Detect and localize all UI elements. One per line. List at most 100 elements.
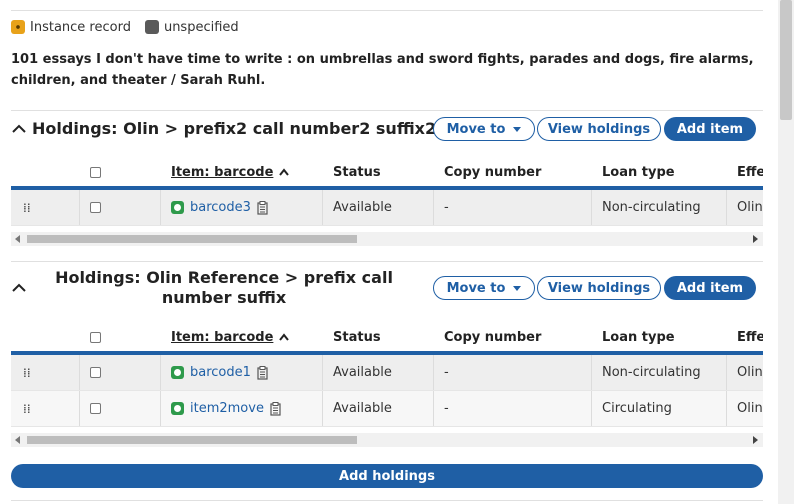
divider (433, 391, 434, 426)
row-checkbox[interactable] (90, 367, 101, 378)
divider (11, 10, 763, 11)
divider (11, 261, 763, 262)
instance-icon (11, 20, 25, 34)
divider (726, 391, 727, 426)
sort-up-icon (279, 168, 290, 176)
effective-cell: Olin (737, 401, 763, 416)
scroll-left-icon[interactable] (15, 436, 20, 444)
barcode-cell: barcode1 (171, 355, 268, 390)
scroll-thumb[interactable] (27, 235, 357, 243)
status-cell: Available (333, 401, 392, 416)
horizontal-scrollbar[interactable] (11, 433, 763, 447)
view-holdings-button[interactable]: View holdings (537, 276, 661, 300)
copy-clipboard-icon[interactable] (257, 365, 268, 380)
divider (79, 355, 80, 390)
effective-cell: Olin (737, 200, 763, 215)
drag-handle-icon[interactable]: ⁞⁞ (23, 355, 31, 390)
items-table: Item: barcode Status Copy number Loan ty… (11, 319, 763, 427)
barcode-cell: barcode3 (171, 190, 268, 225)
divider (160, 391, 161, 426)
sort-up-icon (279, 333, 290, 341)
select-all-checkbox-cell (90, 154, 101, 190)
holdings-title: Holdings: Olin Reference > prefix call n… (44, 268, 404, 308)
drag-handle-icon[interactable]: ⁞⁞ (23, 391, 31, 426)
scroll-right-icon[interactable] (753, 436, 758, 444)
divider (160, 355, 161, 390)
table-row[interactable]: ⁞⁞ item2move Available - Circulating Oli… (11, 391, 763, 427)
item-status-icon (171, 402, 184, 415)
divider (591, 190, 592, 225)
divider (726, 190, 727, 225)
divider (433, 190, 434, 225)
instance-title: 101 essays I don't have time to write : … (11, 52, 754, 88)
scroll-thumb[interactable] (27, 436, 357, 444)
divider (591, 391, 592, 426)
col-status-header[interactable]: Status (333, 319, 381, 355)
scroll-left-icon[interactable] (15, 235, 20, 243)
item-status-icon (171, 366, 184, 379)
barcode-link[interactable]: item2move (190, 401, 264, 416)
divider (11, 500, 763, 501)
col-status-header[interactable]: Status (333, 154, 381, 190)
select-all-checkbox[interactable] (90, 331, 101, 343)
col-copy-header[interactable]: Copy number (444, 154, 541, 190)
row-checkbox[interactable] (90, 403, 101, 414)
divider (11, 110, 763, 111)
collapse-chevron-icon[interactable] (11, 280, 27, 296)
col-effective-header[interactable]: Effe (737, 319, 763, 355)
drag-handle-icon[interactable]: ⁞⁞ (23, 190, 31, 225)
divider (591, 355, 592, 390)
scroll-right-icon[interactable] (753, 235, 758, 243)
scroll-thumb[interactable] (780, 0, 792, 120)
col-loan-header[interactable]: Loan type (602, 319, 675, 355)
add-item-button[interactable]: Add item (664, 276, 756, 300)
col-copy-header[interactable]: Copy number (444, 319, 541, 355)
row-checkbox-cell (90, 355, 101, 390)
holdings-title-line: Holdings: Olin Reference > prefix call (55, 268, 393, 287)
status-cell: Available (333, 365, 392, 380)
holdings-page: Instance record unspecified 101 essays I… (0, 0, 794, 504)
copy-cell: - (444, 365, 449, 380)
copy-clipboard-icon[interactable] (257, 200, 268, 215)
loan-cell: Non-circulating (602, 365, 701, 380)
move-to-label: Move to (446, 121, 506, 137)
col-barcode-header[interactable]: Item: barcode (171, 154, 290, 190)
col-barcode-label: Item: barcode (171, 329, 274, 345)
status-cell: Available (333, 200, 392, 215)
add-item-button[interactable]: Add item (664, 117, 756, 141)
loan-cell: Circulating (602, 401, 672, 416)
table-header: Item: barcode Status Copy number Loan ty… (11, 154, 763, 190)
divider (79, 190, 80, 225)
divider (322, 391, 323, 426)
table-row[interactable]: ⁞⁞ barcode3 Available - Non-circulating … (11, 190, 763, 226)
chevron-down-icon (513, 126, 522, 132)
record-badges: Instance record unspecified (11, 18, 239, 36)
instance-label: Instance record (30, 19, 131, 35)
select-all-checkbox[interactable] (90, 166, 101, 178)
col-loan-header[interactable]: Loan type (602, 154, 675, 190)
move-to-button[interactable]: Move to (433, 276, 535, 300)
view-holdings-button[interactable]: View holdings (537, 117, 661, 141)
items-table: Item: barcode Status Copy number Loan ty… (11, 154, 763, 226)
horizontal-scrollbar[interactable] (11, 232, 763, 246)
collapse-chevron-icon[interactable] (11, 121, 27, 137)
col-effective-header[interactable]: Effe (737, 154, 763, 190)
row-checkbox[interactable] (90, 202, 101, 213)
copy-clipboard-icon[interactable] (270, 401, 281, 416)
unspecified-icon (144, 20, 159, 34)
divider (160, 190, 161, 225)
vertical-scrollbar[interactable] (778, 0, 794, 504)
row-checkbox-cell (90, 391, 101, 426)
add-holdings-button[interactable]: Add holdings (11, 464, 763, 488)
loan-cell: Non-circulating (602, 200, 701, 215)
divider (79, 391, 80, 426)
unspecified-label: unspecified (163, 19, 239, 35)
col-barcode-header[interactable]: Item: barcode (171, 319, 290, 355)
chevron-down-icon (513, 285, 522, 291)
holdings-title: Holdings: Olin > prefix2 call number2 su… (32, 119, 437, 138)
select-all-checkbox-cell (90, 319, 101, 355)
barcode-link[interactable]: barcode1 (190, 365, 251, 380)
move-to-button[interactable]: Move to (433, 117, 535, 141)
table-row[interactable]: ⁞⁞ barcode1 Available - Non-circulating … (11, 355, 763, 391)
barcode-link[interactable]: barcode3 (190, 200, 251, 215)
